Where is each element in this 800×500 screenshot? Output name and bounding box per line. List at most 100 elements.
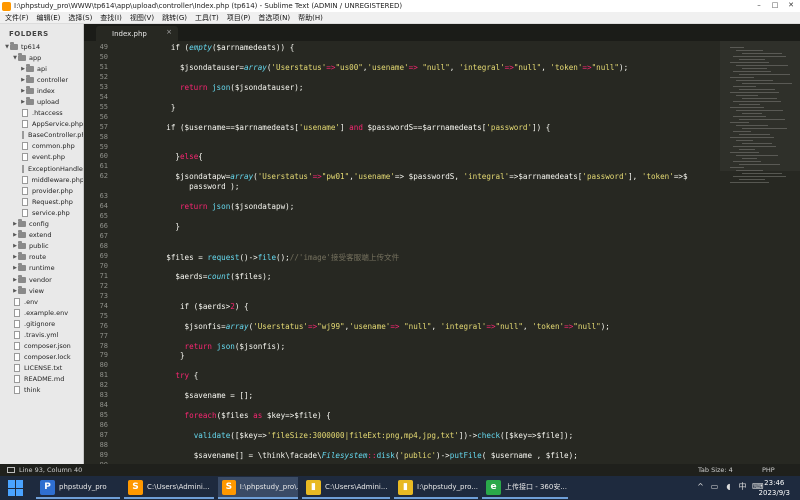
code-token: try bbox=[175, 371, 190, 381]
menu-item[interactable]: 视图(V) bbox=[126, 13, 158, 23]
sidebar-folder[interactable]: ▶ controller bbox=[0, 74, 83, 85]
sidebar-folder[interactable]: ▶ upload bbox=[0, 96, 83, 107]
maximize-icon[interactable]: □ bbox=[770, 1, 780, 10]
sidebar-file[interactable]: common.php bbox=[0, 141, 83, 152]
file-icon bbox=[22, 186, 28, 195]
minimize-icon[interactable]: – bbox=[754, 1, 764, 10]
volume-icon[interactable]: ◖ bbox=[724, 482, 733, 491]
sidebar-folder[interactable]: ▶ runtime bbox=[0, 263, 83, 274]
chevron-up-icon[interactable]: ^ bbox=[696, 482, 705, 491]
app-icon: ▮ bbox=[398, 479, 413, 495]
sidebar-file[interactable]: middleware.php bbox=[0, 174, 83, 185]
line-number: 60 bbox=[99, 152, 108, 161]
sidebar-file[interactable]: LICENSE.txt bbox=[0, 363, 83, 374]
sidebar-file[interactable]: think bbox=[0, 385, 83, 396]
sidebar-folder[interactable]: ▶ config bbox=[0, 219, 83, 230]
sidebar-folder[interactable]: ▼ app bbox=[0, 52, 83, 63]
sidebar-file[interactable]: .travis.yml bbox=[0, 329, 83, 340]
taskbar-clock[interactable]: 23:46 2023/9/3 bbox=[759, 478, 790, 498]
tab-size-indicator[interactable]: Tab Size: 4 bbox=[698, 466, 733, 474]
folder-icon bbox=[26, 85, 34, 94]
code-token: 'public' bbox=[399, 450, 437, 460]
code-token: check bbox=[477, 431, 501, 441]
line-number: 76 bbox=[99, 321, 108, 330]
code-token: $savename = []; bbox=[184, 391, 254, 401]
syntax-indicator[interactable]: PHP bbox=[762, 466, 775, 474]
menu-item[interactable]: 首选项(N) bbox=[254, 13, 294, 23]
folder-icon bbox=[18, 241, 26, 250]
line-number: 80 bbox=[99, 361, 108, 370]
sidebar-file[interactable]: AppService.php bbox=[0, 119, 83, 130]
code-editor[interactable]: 49 50 51 52 53 54 55 56 57 58 59 60 61 62 63 64 65 66 67 68… bbox=[84, 41, 720, 464]
minimap-line bbox=[733, 71, 771, 72]
taskbar-app-button[interactable]: S I:\phpstudy_pro\... bbox=[218, 477, 298, 499]
line-number: 66 bbox=[99, 222, 108, 231]
taskbar-app-button[interactable]: S C:\Users\Admini... bbox=[124, 477, 214, 499]
menu-item[interactable]: 跳转(G) bbox=[158, 13, 191, 23]
code-token: return bbox=[184, 341, 217, 351]
line-number: 84 bbox=[99, 401, 108, 410]
tree-item-label: common.php bbox=[32, 142, 75, 151]
sidebar-file[interactable]: composer.json bbox=[0, 341, 83, 352]
sidebar-file[interactable]: event.php bbox=[0, 152, 83, 163]
menu-item[interactable]: 工具(T) bbox=[191, 13, 223, 23]
minimap-line bbox=[733, 176, 786, 177]
sidebar-folder[interactable]: ▶ vendor bbox=[0, 274, 83, 285]
network-icon[interactable]: ▭ bbox=[710, 482, 719, 491]
code-token: 'fileSize:3000000|fileExt:png,mp4,jpg,tx… bbox=[266, 431, 459, 441]
sidebar-folder[interactable]: ▶ route bbox=[0, 252, 83, 263]
sidebar-file[interactable]: Request.php bbox=[0, 196, 83, 207]
sidebar-file[interactable]: BaseController.php bbox=[0, 130, 83, 141]
tab-close-icon[interactable]: × bbox=[166, 28, 172, 36]
sidebar-file[interactable]: .env bbox=[0, 296, 83, 307]
sidebar-folder[interactable]: ▼ tp614 bbox=[0, 41, 83, 52]
menu-item[interactable]: 查找(I) bbox=[96, 13, 126, 23]
code-area[interactable]: if (empty($arrnamedeats)) {$jsondatauser… bbox=[108, 41, 720, 464]
sidebar-file[interactable]: .gitignore bbox=[0, 318, 83, 329]
start-button[interactable] bbox=[8, 480, 24, 496]
menu-item[interactable]: 项目(P) bbox=[223, 13, 255, 23]
minimap-line bbox=[736, 65, 788, 66]
line-number: 62 bbox=[99, 172, 108, 181]
code-token: :: bbox=[367, 450, 377, 460]
code-token: { bbox=[189, 371, 199, 381]
sidebar-file[interactable]: README.md bbox=[0, 374, 83, 385]
menu-item[interactable]: 编辑(E) bbox=[33, 13, 65, 23]
code-token: 'integral' bbox=[440, 321, 487, 331]
close-icon[interactable]: ✕ bbox=[786, 1, 796, 10]
tree-item-label: composer.json bbox=[24, 342, 71, 351]
minimap-line bbox=[730, 107, 764, 108]
code-line: if ($username==$arrnamedeats['usename'] … bbox=[166, 123, 550, 132]
sidebar-file[interactable]: composer.lock bbox=[0, 352, 83, 363]
monitor-icon[interactable] bbox=[7, 467, 15, 473]
taskbar-app-button[interactable]: Pphpstudy_pro bbox=[36, 477, 120, 499]
line-number: 50 bbox=[99, 52, 108, 61]
tab-index-php[interactable]: Index.php × bbox=[96, 26, 178, 41]
sidebar-folder[interactable]: ▶ extend bbox=[0, 230, 83, 241]
ime-icon[interactable]: 中 bbox=[738, 482, 747, 491]
sidebar-folder[interactable]: ▶ view bbox=[0, 285, 83, 296]
sidebar-file[interactable]: ExceptionHandle.php bbox=[0, 163, 83, 174]
code-token: ) { bbox=[234, 301, 249, 311]
minimap-line bbox=[730, 167, 744, 168]
sidebar-folder[interactable]: ▶ api bbox=[0, 63, 83, 74]
taskbar-app-button[interactable]: e 上传接口 - 360安... bbox=[482, 477, 568, 499]
sidebar-file[interactable]: provider.php bbox=[0, 185, 83, 196]
minimap-line bbox=[742, 158, 757, 159]
file-icon bbox=[14, 353, 20, 362]
code-line: $jsonfis=array('Userstatus'=>"wj99",'use… bbox=[185, 322, 610, 331]
menu-item[interactable]: 帮助(H) bbox=[294, 13, 327, 23]
tree-item-label: vendor bbox=[29, 275, 52, 284]
code-line: password ); bbox=[189, 182, 239, 191]
menu-item[interactable]: 选择(S) bbox=[64, 13, 96, 23]
menu-item[interactable]: 文件(F) bbox=[1, 13, 33, 23]
minimap[interactable] bbox=[720, 41, 800, 464]
taskbar-app-button[interactable]: ▮ I:\phpstudy_pro... bbox=[394, 477, 478, 499]
sidebar-file[interactable]: .example.env bbox=[0, 307, 83, 318]
sidebar-file[interactable]: service.php bbox=[0, 207, 83, 218]
folder-icon bbox=[18, 219, 26, 228]
sidebar-folder[interactable]: ▶ public bbox=[0, 241, 83, 252]
taskbar-app-button[interactable]: ▮ C:\Users\Admini... bbox=[302, 477, 390, 499]
sidebar-folder[interactable]: ▶ index bbox=[0, 85, 83, 96]
sidebar-file[interactable]: .htaccess bbox=[0, 108, 83, 119]
